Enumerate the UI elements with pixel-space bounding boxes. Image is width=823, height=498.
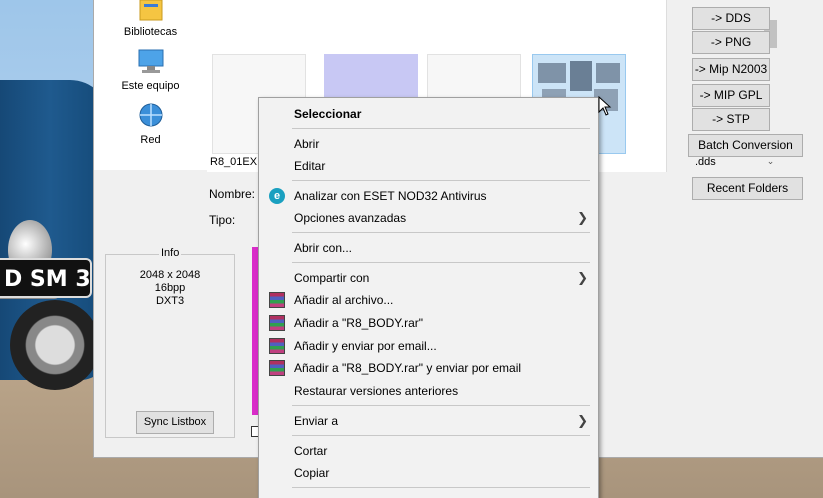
menu-item-advanced-options[interactable]: Opciones avanzadas ❯ [259, 207, 598, 229]
info-size: 2048 x 2048 [139, 269, 201, 281]
file-name-suffix: .dds [695, 156, 716, 168]
menu-item-label: Enviar a [294, 414, 339, 428]
convert-png-button[interactable]: -> PNG [692, 31, 770, 54]
menu-item-restore-versions[interactable]: Restaurar versiones anteriores [259, 380, 598, 402]
info-bpp: 16bpp [154, 282, 186, 294]
menu-item-select[interactable]: Seleccionar [259, 103, 598, 125]
convert-dds-button[interactable]: -> DDS [692, 7, 770, 30]
menu-separator [292, 487, 590, 488]
menu-item-label: Añadir y enviar por email... [294, 339, 437, 353]
sync-listbox-button[interactable]: Sync Listbox [136, 411, 214, 434]
menu-item-copy[interactable]: Copiar [259, 462, 598, 484]
context-menu: Seleccionar Abrir Editar e Analizar con … [258, 97, 599, 498]
menu-item-edit[interactable]: Editar [259, 155, 598, 177]
menu-item-share-with[interactable]: Compartir con ❯ [259, 267, 598, 289]
menu-separator [292, 435, 590, 436]
menu-separator [292, 128, 590, 129]
menu-item-eset-scan[interactable]: e Analizar con ESET NOD32 Antivirus [259, 185, 598, 207]
menu-separator [292, 262, 590, 263]
type-label: Tipo: [209, 213, 236, 227]
info-groupbox: Info 2048 x 2048 16bpp DXT3 Sync Listbox [105, 247, 235, 438]
winrar-icon [269, 338, 285, 354]
chevron-right-icon: ❯ [577, 210, 588, 225]
menu-item-label: Añadir a "R8_BODY.rar" y enviar por emai… [294, 361, 522, 375]
menu-item-add-rar-and-email[interactable]: Añadir a "R8_BODY.rar" y enviar por emai… [259, 357, 598, 379]
place-libraries[interactable]: Bibliotecas [94, 0, 207, 38]
mouse-cursor-icon [598, 96, 612, 116]
menu-separator [292, 180, 590, 181]
eset-icon: e [269, 188, 285, 204]
winrar-icon [269, 315, 285, 331]
computer-icon [138, 49, 163, 73]
menu-separator [292, 405, 590, 406]
convert-mip-gpl-button[interactable]: -> MIP GPL [692, 84, 770, 107]
menu-item-add-and-email[interactable]: Añadir y enviar por email... [259, 335, 598, 357]
menu-item-add-to-archive[interactable]: Añadir al archivo... [259, 289, 598, 311]
chevron-right-icon: ❯ [577, 270, 588, 285]
car-wheel [10, 300, 100, 390]
network-icon [139, 103, 162, 127]
info-legend: Info [159, 247, 182, 259]
menu-item-label: Añadir a "R8_BODY.rar" [294, 316, 424, 330]
info-details: 2048 x 2048 16bpp DXT3 [106, 269, 234, 308]
places-panel: Bibliotecas Este equipo Red [94, 0, 207, 170]
car-license-plate: D SM 34 [0, 258, 92, 298]
convert-stp-button[interactable]: -> STP [692, 108, 770, 131]
menu-item-open[interactable]: Abrir [259, 133, 598, 155]
file-name-label: R8_01EX [210, 156, 258, 168]
menu-item-label: Compartir con [294, 271, 370, 285]
place-label: Red [140, 134, 161, 146]
menu-item-open-with[interactable]: Abrir con... [259, 237, 598, 259]
info-format: DXT3 [155, 295, 185, 307]
name-label: Nombre: [209, 187, 256, 201]
menu-separator [292, 232, 590, 233]
winrar-icon [269, 360, 285, 376]
place-this-pc[interactable]: Este equipo [94, 48, 207, 92]
place-label: Bibliotecas [123, 26, 178, 38]
chevron-right-icon: ❯ [577, 413, 588, 428]
menu-item-send-to[interactable]: Enviar a ❯ [259, 410, 598, 432]
place-network[interactable]: Red [94, 102, 207, 146]
menu-item-label: Añadir al archivo... [294, 293, 394, 307]
menu-item-label: Analizar con ESET NOD32 Antivirus [294, 189, 487, 203]
place-label: Este equipo [121, 80, 180, 92]
convert-mip-n2003-button[interactable]: -> Mip N2003 [692, 58, 770, 81]
menu-item-cut[interactable]: Cortar [259, 440, 598, 462]
batch-conversion-button[interactable]: Batch Conversion [688, 134, 803, 157]
recent-folders-button[interactable]: Recent Folders [692, 177, 803, 200]
chevron-down-icon[interactable]: ⌄ [764, 156, 777, 168]
menu-item-add-to-rar[interactable]: Añadir a "R8_BODY.rar" [259, 312, 598, 334]
libraries-icon [139, 0, 162, 21]
winrar-icon [269, 292, 285, 308]
menu-item-label: Opciones avanzadas [294, 211, 407, 225]
